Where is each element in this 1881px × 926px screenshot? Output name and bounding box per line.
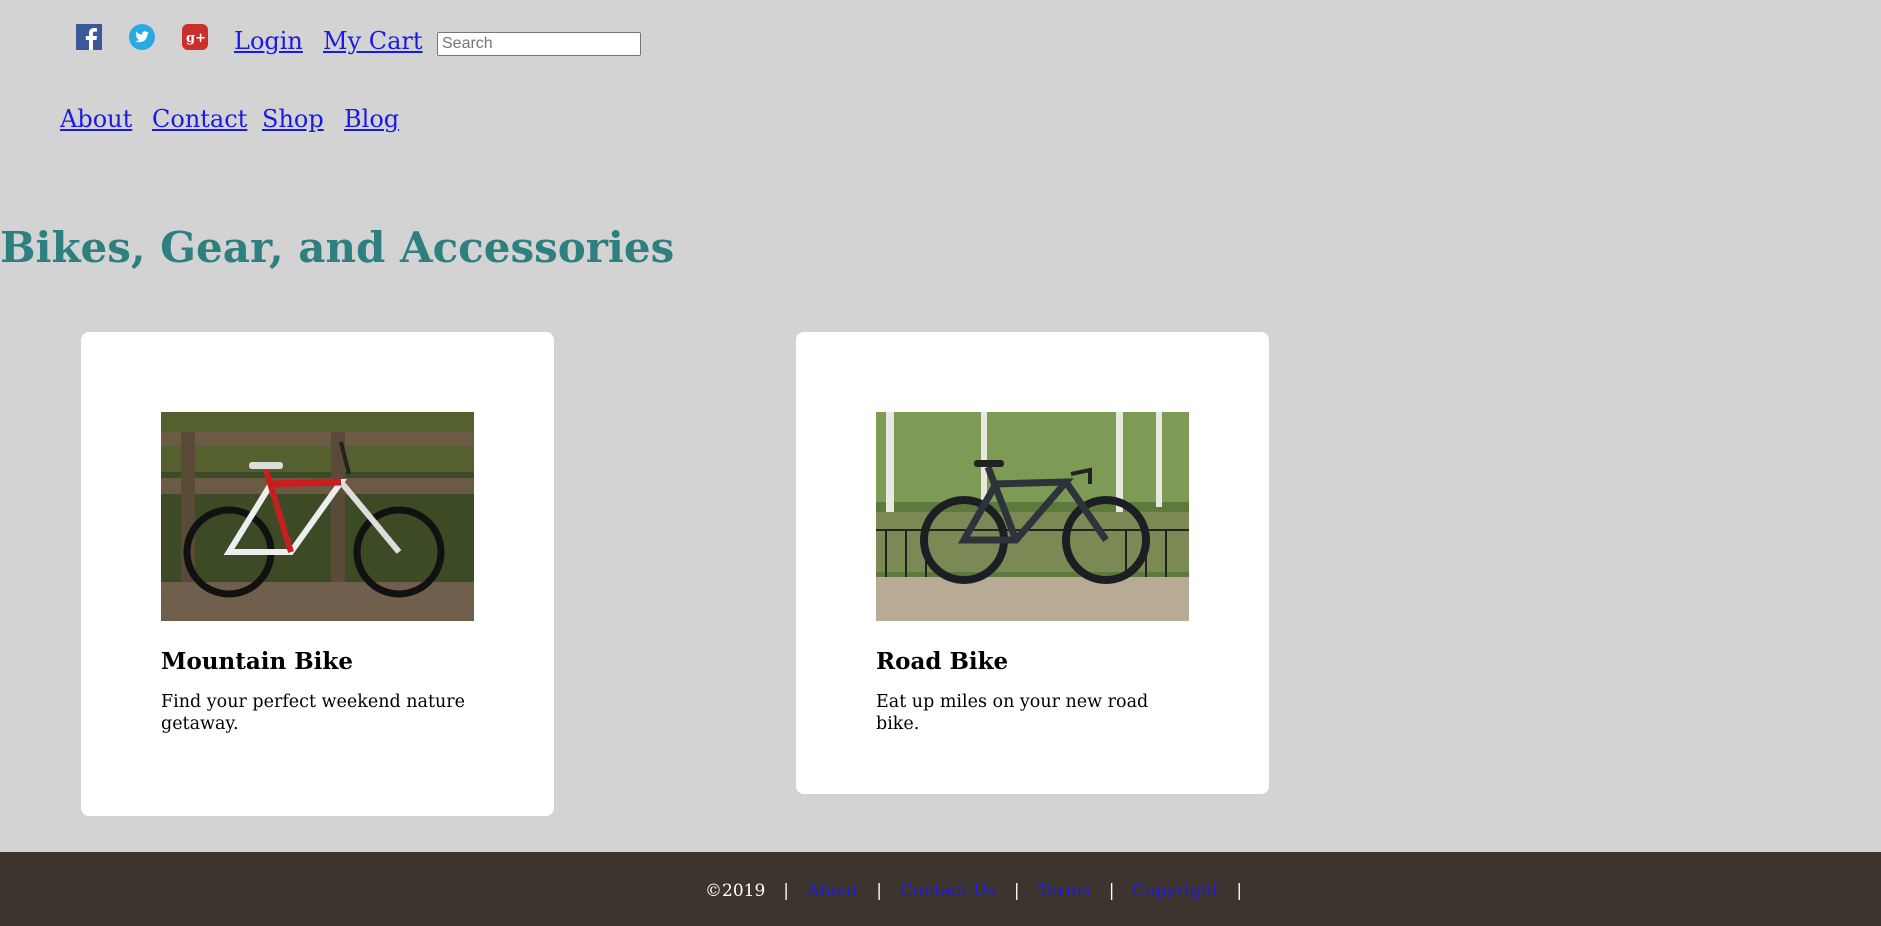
footer-link-terms[interactable]: Terms xyxy=(1038,881,1091,901)
card-title: Mountain Bike xyxy=(161,648,353,675)
footer-links: ©2019 | About | Contact Us | Terms | Copyright | xyxy=(705,880,1260,902)
my-cart-link[interactable]: My Cart xyxy=(323,26,423,56)
twitter-icon[interactable] xyxy=(129,24,155,50)
footer: ©2019 | About | Contact Us | Terms | Copyright | xyxy=(0,852,1881,926)
google-plus-icon[interactable]: g+ xyxy=(182,24,208,50)
card-description: Eat up miles on your new road bike. xyxy=(876,692,1149,734)
login-link[interactable]: Login xyxy=(234,26,303,56)
nav-shop[interactable]: Shop xyxy=(262,104,324,134)
search-input[interactable] xyxy=(437,32,641,56)
nav-contact[interactable]: Contact xyxy=(152,104,247,134)
top-bar: g+ Login My Cart xyxy=(0,0,1881,80)
mountain-bike-photo[interactable] xyxy=(161,412,474,621)
facebook-icon[interactable] xyxy=(76,24,102,50)
product-card-mountain-bike[interactable]: Mountain Bike Find your perfect weekend … xyxy=(81,332,554,816)
footer-separator: | xyxy=(876,881,882,901)
copyright-text: ©2019 xyxy=(705,881,766,901)
card-description: Find your perfect weekend nature getaway… xyxy=(161,692,465,734)
product-card-road-bike[interactable]: Road Bike Eat up miles on your new road … xyxy=(796,332,1269,794)
footer-link-contact-us[interactable]: Contact Us xyxy=(900,881,996,901)
footer-separator: | xyxy=(1108,881,1115,901)
footer-link-copyright[interactable]: Copyright xyxy=(1132,881,1218,901)
footer-link-about[interactable]: About xyxy=(807,881,858,901)
nav-blog[interactable]: Blog xyxy=(344,104,399,134)
footer-separator: | xyxy=(1236,881,1243,901)
page-title: Bikes, Gear, and Accessories xyxy=(0,223,675,272)
footer-separator: | xyxy=(783,881,789,901)
road-bike-photo[interactable] xyxy=(876,412,1189,621)
svg-text:g+: g+ xyxy=(186,31,206,46)
footer-separator: | xyxy=(1013,881,1020,901)
nav-about[interactable]: About xyxy=(60,104,132,134)
card-title: Road Bike xyxy=(876,648,1009,675)
